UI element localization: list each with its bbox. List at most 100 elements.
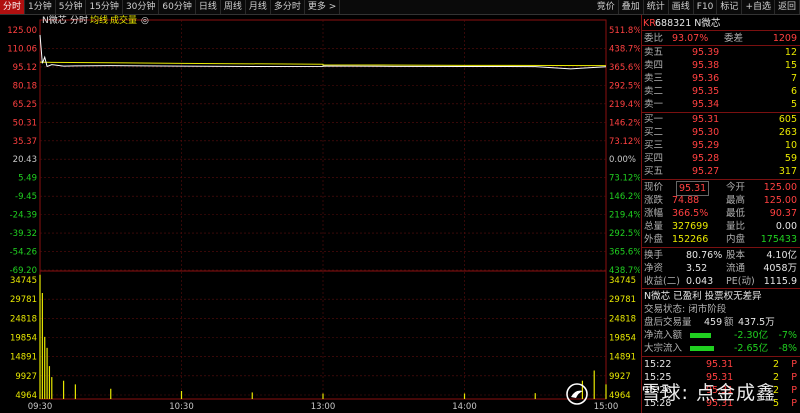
toolbar-tab-3[interactable]: 15分钟 [86, 0, 123, 14]
tick-flag: P [791, 372, 797, 383]
weicha-label: 委差 [724, 33, 744, 44]
price-axis-label: 80.18 [13, 81, 37, 91]
info-line-1: N微芯 已盈利 投票权无差异 [642, 290, 800, 303]
tick-volume: 2 [772, 359, 779, 370]
stat-value-2: 175433 [760, 234, 797, 245]
volume-axis-label: 29781 [10, 295, 37, 305]
toolbar-action-5[interactable]: 标记 [717, 0, 743, 14]
ask-volume: 7 [790, 73, 797, 84]
ask-price: 95.34 [692, 99, 720, 110]
bid-level-3: 买三 95.29 10 [642, 139, 800, 152]
time-axis-label: 13:00 [311, 402, 336, 412]
toolbar-action-4[interactable]: F10 [694, 0, 718, 14]
toolbar-action-3[interactable]: 画线 [669, 0, 694, 14]
weicha-value: 1209 [772, 33, 797, 44]
bid-price: 95.27 [692, 166, 720, 177]
price-axis-label: -24.39 [10, 211, 37, 221]
pct-axis-label: 438.7% [609, 44, 640, 54]
bid-price: 95.28 [692, 153, 720, 164]
pct-axis-label: 219.4% [609, 100, 640, 110]
volume-axis-label-right: 24818 [609, 314, 636, 324]
ask-volume: 6 [790, 86, 797, 97]
chart-settings-icon: ◎ [141, 16, 149, 26]
fund-row: 净资 3.52 流通 4058万 [642, 262, 800, 275]
price-axis-label: 20.43 [13, 155, 37, 165]
pct-axis-label: 292.5% [609, 81, 640, 91]
pct-axis-label: 365.6% [609, 248, 640, 258]
toolbar-tab-10[interactable]: 更多 > [305, 0, 341, 14]
price-axis-label: 125.00 [7, 26, 37, 36]
stock-code-name: 688321 N微芯 [655, 18, 721, 29]
ask-volume: 5 [790, 99, 797, 110]
price-axis-label: -69.20 [10, 266, 37, 276]
price-axis-label: -39.32 [10, 229, 37, 239]
fund-value-2: 4.10亿 [766, 250, 797, 261]
top-toolbar: 分时 1分钟 5分钟 15分钟 30分钟 60分钟 日线 周线 月线 多分时 更多 > 竞价 叠加 统计画… [0, 0, 800, 15]
toolbar-tab-7[interactable]: 周线 [221, 0, 246, 14]
flow-bar [690, 346, 714, 351]
stat-row: 涨幅 366.5% 最低 90.37 [642, 207, 800, 220]
toolbar-action-6[interactable]: +自选 [742, 0, 775, 14]
toolbar-tab-9[interactable]: 多分时 [271, 0, 305, 14]
stat-value-2: 90.37 [769, 208, 797, 219]
pct-axis-label: 73.12% [609, 137, 640, 147]
toolbar-action-0[interactable]: 竞价 [594, 0, 619, 14]
price-axis-label: 110.06 [7, 44, 37, 54]
info-line-3: 盘后交易量 459 额 437.5万 [642, 316, 800, 329]
stat-label-2: 最低 [726, 208, 746, 219]
tick-flag: P [791, 359, 797, 370]
tick-flag: P [791, 398, 797, 409]
toolbar-action-1[interactable]: 叠加 [619, 0, 644, 14]
ask-level-5: 卖五 95.39 12 [642, 46, 800, 59]
fund-label: 换手 [644, 250, 664, 261]
toolbar-action-2[interactable]: 统计 [644, 0, 669, 14]
chart-stock-name: N微芯 [42, 15, 67, 26]
toolbar-tab-8[interactable]: 月线 [246, 0, 271, 14]
pct-axis-label: 146.2% [609, 118, 640, 128]
flow-pct: -8% [778, 343, 798, 354]
tick-row: 15:22 95.31 2 P [642, 358, 800, 371]
fund-value-2: 1115.9 [763, 276, 797, 287]
ask-label: 卖五 [644, 47, 664, 58]
flow-row: 净流入额 -2.30亿 -7% [642, 329, 800, 342]
volume-axis-label-right: 29781 [609, 295, 636, 305]
toolbar-tab-0[interactable]: 分时 [0, 0, 26, 14]
fund-label: 净资 [644, 263, 664, 274]
stat-label: 涨跌 [644, 195, 664, 206]
time-axis-label: 14:00 [452, 402, 477, 412]
ask-label: 卖一 [644, 99, 664, 110]
toolbar-tab-6[interactable]: 日线 [196, 0, 221, 14]
ask-level-4: 卖四 95.38 15 [642, 59, 800, 72]
bid-price: 95.30 [692, 127, 720, 138]
stat-value: 366.5% [672, 208, 709, 219]
after-hours-label: 盘后交易量 [644, 317, 692, 328]
toolbar-action-7[interactable]: 返回 [775, 0, 800, 14]
price-axis-label: 95.12 [13, 63, 37, 73]
pct-axis-label: 511.8% [609, 26, 640, 36]
chart-tab-volume: 成交量 [110, 15, 137, 26]
stat-label-2: 量比 [726, 221, 746, 232]
toolbar-tab-4[interactable]: 30分钟 [123, 0, 160, 14]
toolbar-tab-1[interactable]: 1分钟 [25, 0, 56, 14]
ask-price: 95.36 [692, 73, 720, 84]
tick-time: 15:22 [644, 359, 672, 370]
bid-level-4: 买四 95.28 59 [642, 152, 800, 165]
pct-axis-label: 146.2% [609, 192, 640, 202]
flow-bar [690, 333, 711, 338]
intraday-chart[interactable]: N微芯 分时 均线 成交量 ◎ 125.00 511.8% 110.06 438.7% 95.12… [0, 15, 640, 413]
ask-label: 卖四 [644, 60, 664, 71]
panel-separator [642, 356, 800, 357]
fund-label: 收益(二) [644, 276, 680, 287]
stat-label: 总量 [644, 221, 664, 232]
fund-row: 换手 80.76% 股本 4.10亿 [642, 249, 800, 262]
chart-tab-avg: 均线 [90, 15, 108, 26]
ask-level-2: 卖二 95.35 6 [642, 85, 800, 98]
flow-row: 大宗流入 -2.65亿 -8% [642, 342, 800, 355]
volume-axis-label: 24818 [10, 314, 37, 324]
tick-flag: P [791, 385, 797, 396]
toolbar-tab-5[interactable]: 60分钟 [159, 0, 196, 14]
toolbar-tab-2[interactable]: 5分钟 [56, 0, 87, 14]
stat-value: 327699 [672, 221, 709, 232]
flow-label: 净流入额 [644, 330, 683, 341]
after-hours-amount-label: 额 [724, 317, 734, 328]
